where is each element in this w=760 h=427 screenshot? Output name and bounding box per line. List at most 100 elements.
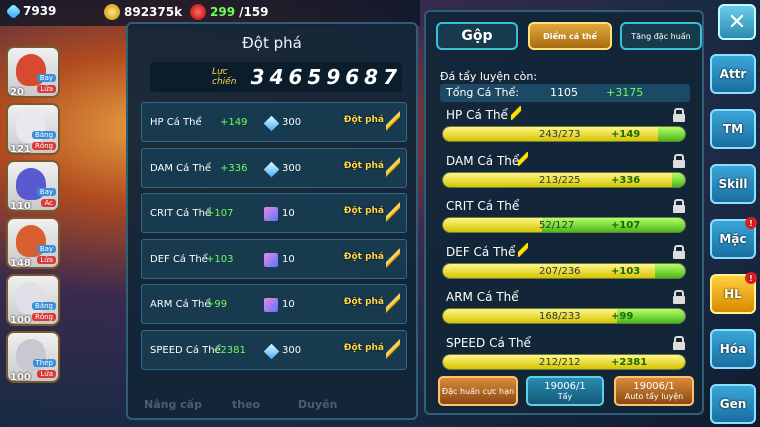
gem-icon bbox=[5, 3, 22, 19]
total-add: +3175 bbox=[606, 86, 644, 99]
side-menu-gen[interactable]: Gen bbox=[710, 384, 756, 424]
pet-type-tag: Bay bbox=[36, 188, 56, 196]
pet-slot[interactable]: Bay Lửa 20 bbox=[6, 46, 60, 98]
pet-type-tag: Thép bbox=[32, 359, 56, 367]
side-menu-attr[interactable]: Attr bbox=[710, 54, 756, 94]
pet-level: 121 bbox=[10, 144, 31, 155]
breakthrough-button[interactable]: Đột phá bbox=[344, 161, 384, 171]
pet-element-tag: Lửa bbox=[37, 256, 56, 264]
stat-add: +107 bbox=[206, 208, 234, 219]
total-stats: Tổng Cá Thể: 1105 +3175 bbox=[440, 84, 690, 102]
stat-name: SPEED Cá Thể bbox=[446, 335, 531, 350]
side-menu-tm[interactable]: TM bbox=[710, 109, 756, 149]
stat-cost: 10 bbox=[282, 253, 295, 265]
pet-slot[interactable]: Bay Lửa 148 bbox=[6, 217, 60, 269]
sparkle-icon bbox=[386, 154, 400, 179]
stat-progress-add bbox=[658, 127, 685, 141]
tab-individual-points[interactable]: Điểm cá thể bbox=[528, 22, 612, 50]
alert-icon: ! bbox=[745, 217, 757, 229]
wash-count: 19006/1 bbox=[544, 381, 586, 392]
stat-add: +149 bbox=[611, 129, 641, 140]
stamina-max: /159 bbox=[239, 5, 269, 19]
breakthrough-button[interactable]: Đột phá bbox=[344, 252, 384, 262]
auto-wash-label: Auto tẩy luyện bbox=[624, 392, 684, 401]
auto-wash-button[interactable]: 19006/1 Auto tẩy luyện bbox=[614, 376, 694, 406]
lock-icon[interactable] bbox=[673, 153, 685, 168]
pet-element-tag: Lửa bbox=[37, 85, 56, 93]
pet-type-tag: Bay bbox=[36, 245, 56, 253]
breakthrough-button[interactable]: Đột phá bbox=[344, 206, 384, 216]
stat-value: 243/273 bbox=[539, 129, 581, 140]
lock-icon[interactable] bbox=[673, 244, 685, 259]
stat-add: +103 bbox=[611, 265, 641, 277]
bottom-label-upgrade: Nâng cấp bbox=[144, 398, 202, 411]
stat-add: +107 bbox=[611, 220, 641, 231]
side-menu-label: Skill bbox=[718, 177, 748, 191]
tab-merge[interactable]: Gộp bbox=[436, 22, 518, 50]
side-menu-hl[interactable]: HL! bbox=[710, 272, 757, 314]
special-training-label: Đặc huấn cực hạn bbox=[441, 387, 515, 396]
pet-element-tag: Lửa bbox=[37, 370, 56, 378]
breakthrough-button[interactable]: Đột phá bbox=[344, 343, 384, 353]
diamond-icon bbox=[263, 161, 280, 177]
wash-button[interactable]: 19006/1 Tẩy bbox=[526, 376, 604, 406]
scroll-icon bbox=[264, 207, 278, 221]
lock-icon[interactable] bbox=[673, 108, 685, 122]
lock-icon[interactable] bbox=[673, 199, 685, 213]
close-button[interactable]: ✕ bbox=[718, 4, 756, 40]
lightning-icon bbox=[518, 151, 528, 166]
special-training-button[interactable]: Đặc huấn cực hạn bbox=[438, 376, 518, 406]
stat-add: +99 bbox=[611, 311, 634, 322]
stat-name: DAM Cá Thể bbox=[446, 153, 520, 168]
side-menu-label: Gen bbox=[719, 397, 747, 411]
breakthrough-row: DEF Cá Thể +103 10 Đột phá bbox=[141, 238, 407, 279]
pet-slot[interactable]: Băng Rồng 121 bbox=[6, 103, 60, 155]
lock-icon[interactable] bbox=[673, 290, 685, 304]
sparkle-icon bbox=[386, 109, 400, 133]
sparkle-icon bbox=[386, 245, 400, 270]
stat-progress-fill bbox=[443, 218, 543, 232]
bottom-label-affinity: Duyên bbox=[298, 398, 338, 411]
side-menu-label: HL bbox=[724, 287, 742, 301]
stat-progress-fill bbox=[443, 309, 618, 323]
breakthrough-button[interactable]: Đột phá bbox=[344, 297, 384, 307]
pet-slot[interactable]: Băng Rồng 100 bbox=[6, 274, 60, 326]
bottom-label-follow: theo bbox=[232, 398, 261, 411]
heart-icon bbox=[190, 4, 206, 20]
breakthrough-panel: Đột phá Lực chiến 34659687 HP Cá Thể +14… bbox=[126, 22, 418, 420]
stamina-value: 299 bbox=[210, 5, 236, 19]
close-icon: ✕ bbox=[727, 9, 747, 35]
stat-add: +103 bbox=[206, 253, 234, 265]
gold-coin-icon bbox=[104, 4, 120, 20]
pet-type-tag: Bay bbox=[36, 74, 56, 82]
pet-slot[interactable]: Thép Lửa 100 bbox=[6, 331, 60, 383]
stat-value: 207/236 bbox=[539, 265, 581, 277]
stat-name: DEF Cá Thể bbox=[446, 244, 516, 259]
side-menu-mặc[interactable]: Mặc! bbox=[710, 217, 757, 259]
gem-value: 7939 bbox=[23, 4, 57, 18]
breakthrough-button[interactable]: Đột phá bbox=[344, 115, 384, 125]
panel-title: Đột phá bbox=[242, 34, 302, 52]
side-menu-hóa[interactable]: Hóa bbox=[710, 329, 756, 369]
pet-slot[interactable]: Bay Ác 110 bbox=[6, 160, 60, 212]
alert-icon: ! bbox=[745, 272, 757, 284]
breakthrough-row: DAM Cá Thể +336 300 Đột phá bbox=[141, 147, 407, 188]
stat-progress-bar: 52/127 +107 bbox=[442, 217, 686, 233]
side-menu-label: TM bbox=[722, 122, 744, 136]
pet-level: 100 bbox=[10, 372, 31, 383]
tab-special-training[interactable]: Tăng đặc huấn bbox=[620, 22, 702, 50]
power-value: 34659687 bbox=[250, 65, 402, 89]
stat-progress-bar: 243/273 +149 bbox=[442, 126, 686, 142]
stat-add: +2381 bbox=[611, 356, 648, 368]
side-menu-label: Attr bbox=[719, 67, 747, 81]
gold-value: 892375k bbox=[124, 5, 183, 19]
stat-progress-bar: 213/225 +336 bbox=[442, 171, 686, 188]
lightning-icon bbox=[518, 242, 528, 257]
wash-label: Tẩy bbox=[557, 392, 573, 401]
stat-progress-add bbox=[655, 263, 685, 278]
stat-add: +336 bbox=[220, 162, 248, 174]
side-menu-skill[interactable]: Skill bbox=[710, 164, 756, 204]
stat-cost: 300 bbox=[282, 344, 302, 356]
lock-icon[interactable] bbox=[673, 335, 685, 350]
side-menu-label: Hóa bbox=[719, 342, 747, 356]
